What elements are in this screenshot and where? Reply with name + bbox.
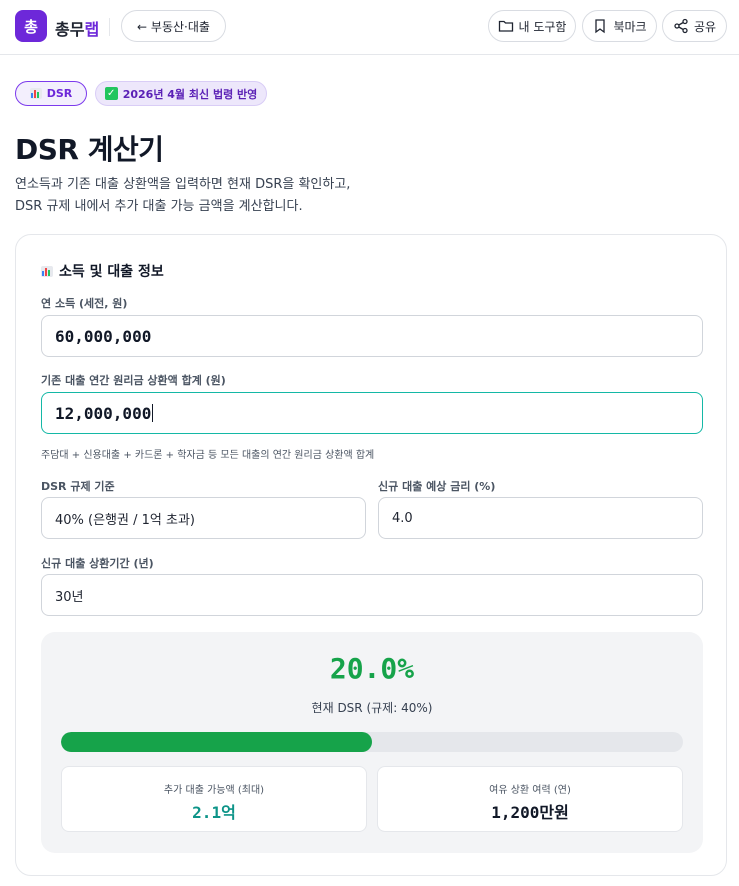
brand-divider (109, 18, 110, 36)
logo-char: 총 (24, 17, 38, 36)
interest-rate-label: 신규 대출 예상 금리 (%) (378, 480, 496, 493)
additional-loan-label: 추가 대출 가능액 (최대) (163, 785, 265, 796)
brand-accent-text: 랩 (84, 20, 100, 39)
back-to-real-estate-button[interactable]: ← 부동산·대출 (121, 10, 226, 42)
existing-repayment-input-value: 12,000,000 (55, 403, 152, 423)
additional-loan-value: 2.1억 (62, 799, 366, 823)
check-box-icon: ✓ (104, 87, 118, 100)
current-dsr-value: 20.0% (329, 652, 415, 685)
section-title: 소득 및 대출 정보 (41, 261, 164, 281)
interest-rate-value: 4.0 (392, 510, 413, 526)
page-description-line-2: DSR 규제 내에서 추가 대출 가능 금액을 계산합니다. (15, 199, 303, 214)
dsr-regulation-label: DSR 규제 기준 (41, 480, 115, 493)
law-update-badge: ✓ 2026년 4월 최신 법령 반영 (95, 81, 267, 106)
brand-main-text: 총무 (55, 20, 85, 39)
income-input-value: 60,000,000 (55, 326, 152, 346)
bookmark-icon (595, 19, 606, 34)
calculator-card: 소득 및 대출 정보 연 소득 (세전, 원) 60,000,000 기존 대출… (15, 234, 727, 876)
page-description-line-1: 연소득과 기존 대출 상환액을 입력하면 현재 DSR을 확인하고, (15, 177, 351, 192)
additional-loan-unit: 억 (221, 803, 236, 822)
dsr-progress-fill (61, 732, 372, 752)
income-label: 연 소득 (세전, 원) (41, 297, 128, 310)
category-badge-label: DSR (46, 87, 73, 100)
my-tools-label: 내 도구함 (518, 19, 567, 34)
my-tools-button[interactable]: 내 도구함 (488, 10, 576, 42)
dsr-regulation-select[interactable]: 40% (은행권 / 1억 초과) (41, 497, 366, 539)
loan-term-value: 30년 (55, 589, 84, 605)
additional-loan-number: 2.1 (192, 803, 222, 822)
back-button-label: ← 부동산·대출 (137, 19, 210, 34)
repayment-help-text: 주담대 + 신용대출 + 카드론 + 학자금 등 모든 대출의 연간 원리금 상… (41, 450, 375, 461)
current-dsr-caption: 현재 DSR (규제: 40%) (311, 701, 433, 715)
repayment-capacity-number: 1,200 (491, 803, 540, 822)
text-cursor (152, 404, 154, 422)
dsr-regulation-value: 40% (은행권 / 1억 초과) (55, 512, 195, 528)
repayment-capacity-label: 여유 상환 여력 (연) (489, 785, 571, 796)
share-button[interactable]: 공유 (662, 10, 727, 42)
loan-term-select[interactable]: 30년 (41, 574, 703, 616)
dsr-progress-bar (61, 732, 683, 752)
share-icon (674, 18, 688, 34)
section-title-text: 소득 및 대출 정보 (59, 264, 164, 280)
loan-term-label: 신규 대출 상환기간 (년) (41, 557, 154, 570)
interest-rate-input[interactable]: 4.0 (378, 497, 703, 539)
bar-chart-icon (41, 265, 53, 277)
bookmark-label: 북마크 (613, 19, 647, 34)
repayment-capacity-card: 여유 상환 여력 (연) 1,200만원 (377, 766, 683, 832)
page-title: DSR 계산기 (15, 133, 164, 166)
category-badge[interactable]: DSR (15, 81, 87, 106)
share-label: 공유 (693, 19, 717, 34)
additional-loan-card: 추가 대출 가능액 (최대) 2.1억 (61, 766, 367, 832)
result-panel: 20.0% 현재 DSR (규제: 40%) 추가 대출 가능액 (최대) 2.… (41, 632, 703, 853)
brand-name[interactable]: 총무랩 (55, 16, 99, 40)
bar-chart-icon (29, 88, 42, 99)
folder-icon (498, 20, 513, 32)
law-update-label: 2026년 4월 최신 법령 반영 (122, 87, 258, 101)
bookmark-button[interactable]: 북마크 (582, 10, 657, 42)
existing-repayment-input[interactable]: 12,000,000 (41, 392, 703, 434)
top-navigation-bar: 총 총무랩 ← 부동산·대출 내 도구함 북마크 공유 (0, 0, 739, 55)
repayment-capacity-value: 1,200만원 (378, 799, 682, 823)
income-input[interactable]: 60,000,000 (41, 315, 703, 357)
repayment-capacity-unit: 만원 (539, 803, 569, 822)
existing-repayment-label: 기존 대출 연간 원리금 상환액 합계 (원) (41, 374, 226, 387)
logo-icon[interactable]: 총 (15, 10, 47, 42)
